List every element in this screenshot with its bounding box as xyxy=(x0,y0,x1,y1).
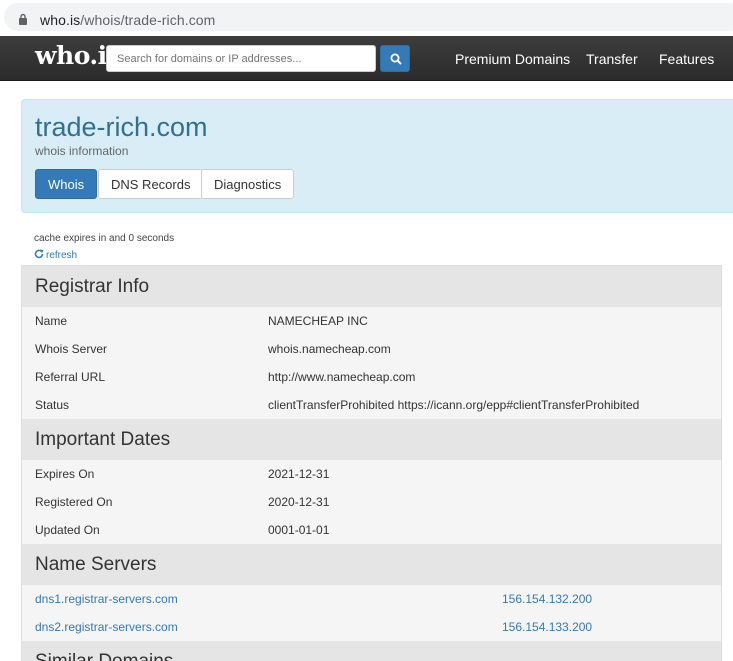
row-value: clientTransferProhibited https://icann.o… xyxy=(268,398,640,412)
nav-features[interactable]: Features xyxy=(659,51,714,67)
table-row: Registered On 2020-12-31 xyxy=(22,488,721,516)
nav-transfer[interactable]: Transfer xyxy=(586,51,638,67)
registrar-info-table: Name NAMECHEAP INC Whois Server whois.na… xyxy=(22,307,721,419)
nameserver-link[interactable]: dns2.registrar-servers.com xyxy=(35,620,178,634)
browser-address-bar: who.is/whois/trade-rich.com xyxy=(0,0,733,35)
row-label: Referral URL xyxy=(35,370,106,384)
row-label: Registered On xyxy=(35,495,113,509)
row-value: whois.namecheap.com xyxy=(268,342,391,356)
row-value: 0001-01-01 xyxy=(268,523,330,537)
whois-content: Registrar Info Name NAMECHEAP INC Whois … xyxy=(21,265,722,661)
important-dates-heading: Important Dates xyxy=(22,419,721,460)
important-dates-table: Expires On 2021-12-31 Registered On 2020… xyxy=(22,460,721,544)
table-row: Name NAMECHEAP INC xyxy=(22,307,721,335)
nav-premium-domains[interactable]: Premium Domains xyxy=(455,51,570,67)
refresh-link[interactable]: refresh xyxy=(34,249,77,261)
cache-status: cache expires in and 0 seconds xyxy=(34,233,175,244)
search-input[interactable] xyxy=(106,45,376,72)
row-value: http://www.namecheap.com xyxy=(268,370,416,384)
table-row: Status clientTransferProhibited https://… xyxy=(22,391,721,419)
registrar-info-heading: Registrar Info xyxy=(22,266,721,307)
lock-icon xyxy=(19,13,27,25)
tab-diagnostics[interactable]: Diagnostics xyxy=(201,169,295,199)
row-value: 2020-12-31 xyxy=(268,495,330,509)
domain-header: trade-rich.com whois information Whois D… xyxy=(21,99,733,213)
row-label: Updated On xyxy=(35,523,100,537)
row-value: 2021-12-31 xyxy=(268,467,330,481)
nameserver-link[interactable]: dns1.registrar-servers.com xyxy=(35,592,178,606)
table-row: Expires On 2021-12-31 xyxy=(22,460,721,488)
refresh-label: refresh xyxy=(46,250,78,261)
name-servers-heading: Name Servers xyxy=(22,544,721,585)
search-button[interactable] xyxy=(380,45,410,72)
table-row: Updated On 0001-01-01 xyxy=(22,516,721,544)
tab-dns-records[interactable]: DNS Records xyxy=(98,169,204,199)
page-title: trade-rich.com xyxy=(35,112,208,142)
row-label: Name xyxy=(35,314,68,328)
page-subtitle: whois information xyxy=(35,144,129,158)
row-value: NAMECHEAP INC xyxy=(268,314,368,328)
table-row: Referral URL http://www.namecheap.com xyxy=(22,363,721,391)
table-row: Whois Server whois.namecheap.com xyxy=(22,335,721,363)
refresh-icon xyxy=(34,249,44,259)
name-servers-table: dns1.registrar-servers.com 156.154.132.2… xyxy=(22,585,721,641)
row-label: Expires On xyxy=(35,467,95,481)
nameserver-ip-link[interactable]: 156.154.132.200 xyxy=(502,592,592,606)
similar-domains-heading: Similar Domains xyxy=(22,641,721,661)
tab-whois[interactable]: Whois xyxy=(35,169,98,199)
table-row: dns2.registrar-servers.com 156.154.133.2… xyxy=(22,613,721,641)
row-label: Whois Server xyxy=(35,342,108,356)
url-host: who.is xyxy=(40,12,81,28)
url-path: /whois/trade-rich.com xyxy=(80,12,216,28)
table-row: dns1.registrar-servers.com 156.154.132.2… xyxy=(22,585,721,613)
nameserver-ip-link[interactable]: 156.154.133.200 xyxy=(502,620,592,634)
site-navbar: who.is Premium Domains Transfer Features xyxy=(0,36,733,81)
search-icon xyxy=(390,53,402,65)
url-field[interactable]: who.is/whois/trade-rich.com xyxy=(4,3,733,31)
url-text: who.is/whois/trade-rich.com xyxy=(40,12,215,28)
row-label: Status xyxy=(35,398,70,412)
